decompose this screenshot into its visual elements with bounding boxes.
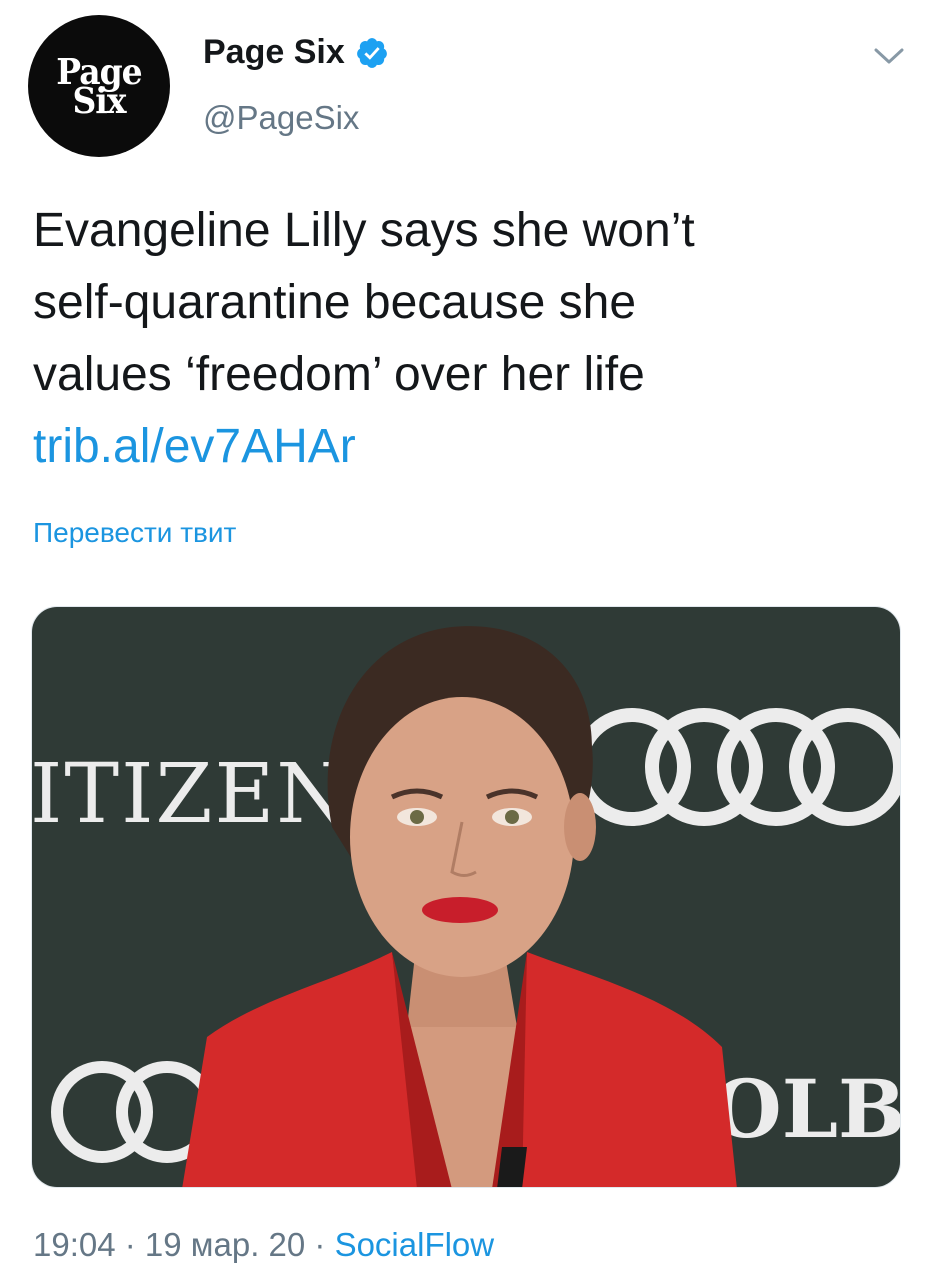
tweet-time[interactable]: 19:04 [33, 1226, 116, 1263]
tweet-media-photo[interactable]: ITIZEN OLB [31, 606, 901, 1188]
display-name[interactable]: Page Six [203, 33, 345, 72]
meta-separator-2: · [305, 1226, 335, 1263]
photo-illustration: ITIZEN OLB [32, 607, 901, 1187]
backdrop-sign-left: ITIZEN [32, 747, 350, 842]
tweet-source[interactable]: SocialFlow [335, 1226, 495, 1263]
author-name-row: Page Six [203, 33, 389, 72]
tweet-link[interactable]: trib.al/ev7AHAr [33, 420, 356, 473]
lips [422, 897, 498, 923]
translate-tweet-link[interactable]: Перевести твит [33, 517, 236, 549]
tweet-date[interactable]: 19 мар. 20 [145, 1226, 305, 1263]
face [350, 697, 574, 977]
tweet-text: Evangeline Lilly says she won’t self-qua… [33, 195, 893, 483]
tweet-meta: 19:04 · 19 мар. 20 · SocialFlow [33, 1226, 494, 1264]
tweet-text-line-3: values ‘freedom’ over her life [33, 348, 645, 401]
chevron-down-icon[interactable] [872, 40, 906, 70]
tweet-text-line-2: self-quarantine because she [33, 276, 637, 329]
backdrop-sign-bottom-right: OLB [712, 1062, 901, 1156]
avatar[interactable]: Page Six [28, 15, 170, 157]
avatar-logo-line2: Six [72, 79, 126, 122]
verified-badge-icon [356, 37, 387, 68]
user-handle[interactable]: @PageSix [203, 99, 359, 137]
meta-separator: · [115, 1226, 145, 1263]
tweet-text-line-1: Evangeline Lilly says she won’t [33, 204, 695, 257]
